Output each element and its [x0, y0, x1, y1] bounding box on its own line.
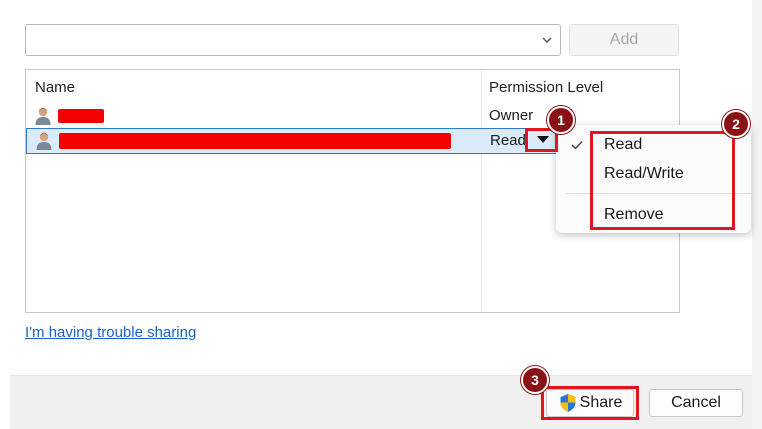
column-header-permission[interactable]: Permission Level — [489, 79, 603, 96]
annotation-badge-1: 1 — [547, 106, 575, 134]
trouble-sharing-link[interactable]: I'm having trouble sharing — [25, 324, 196, 341]
user-combobox[interactable] — [25, 24, 561, 56]
share-dialog: Add Name Permission Level Owner Read I'm… — [0, 0, 762, 429]
user-icon — [35, 107, 51, 125]
annotation-badge-3: 3 — [521, 366, 549, 394]
user-icon — [36, 132, 52, 150]
window-edge — [752, 0, 762, 429]
permission-level: Owner — [489, 107, 534, 124]
redacted-name — [58, 109, 104, 123]
redacted-email — [59, 133, 451, 149]
column-header-name[interactable]: Name — [35, 79, 75, 96]
annotation-badge-2: 2 — [722, 110, 750, 138]
dialog-footer — [10, 375, 752, 429]
highlight-share-button — [541, 386, 639, 420]
chevron-down-icon[interactable] — [540, 33, 554, 47]
add-button[interactable]: Add — [569, 24, 679, 56]
permission-level: Read — [490, 132, 526, 149]
cancel-button[interactable]: Cancel — [649, 389, 743, 417]
highlight-menu-items — [590, 131, 735, 230]
checkmark-icon — [571, 141, 583, 150]
